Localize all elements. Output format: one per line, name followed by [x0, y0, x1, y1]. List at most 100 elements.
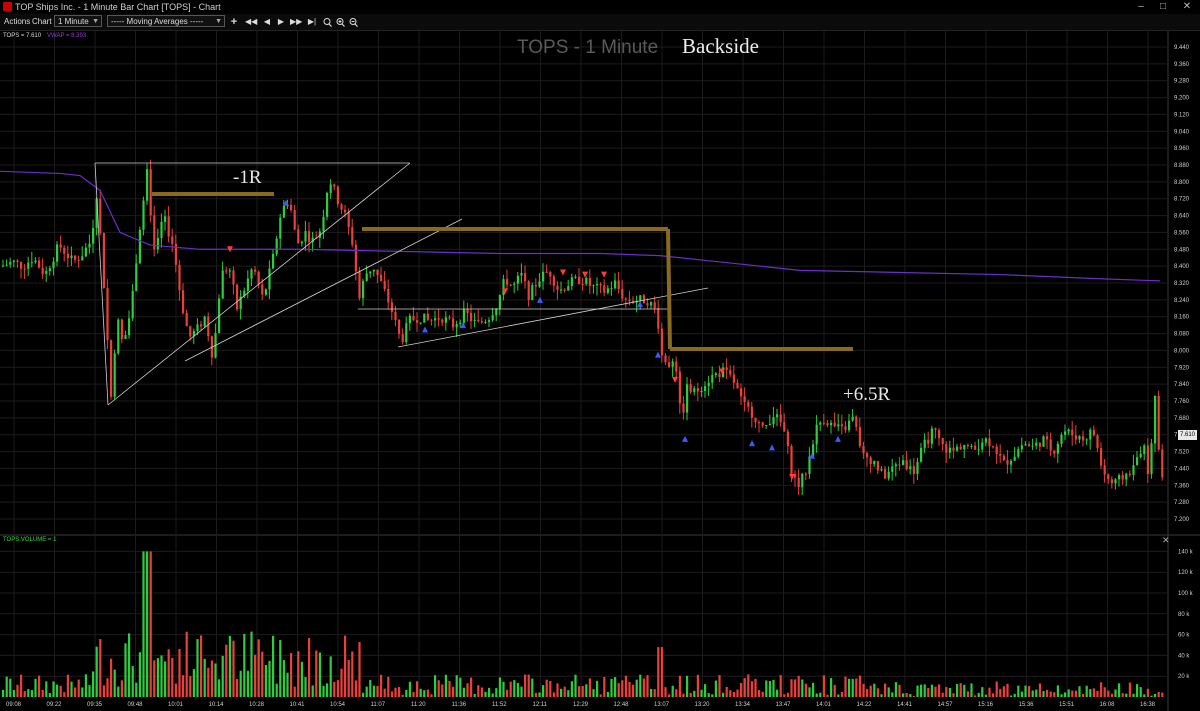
- play-icon[interactable]: ▶: [275, 16, 287, 28]
- volume-bar: [963, 684, 966, 697]
- volume-bar: [941, 692, 944, 697]
- candle-body: [48, 268, 51, 271]
- candle-body: [1060, 434, 1063, 444]
- volume-bar: [401, 694, 404, 697]
- candle-body: [56, 244, 59, 262]
- volume-bar: [927, 688, 930, 697]
- volume-bar: [293, 686, 296, 697]
- volume-bar: [84, 674, 87, 697]
- candle-body: [545, 271, 548, 273]
- candle-body: [488, 320, 491, 322]
- candle-body: [304, 231, 307, 242]
- volume-bar: [394, 687, 397, 697]
- candle-body: [92, 227, 95, 244]
- y-tick-label: 8.880: [1174, 163, 1190, 169]
- zoom-in-icon[interactable]: [336, 18, 345, 27]
- volume-bar: [354, 680, 357, 697]
- candle-body: [765, 425, 768, 427]
- volume-bar: [351, 651, 354, 697]
- volume-bar: [1071, 690, 1074, 697]
- volume-tick-label: 100 k: [1178, 591, 1194, 597]
- candle-body: [876, 461, 879, 471]
- volume-bar: [203, 658, 206, 697]
- y-tick-label: 8.160: [1174, 315, 1190, 321]
- candle-body: [185, 312, 188, 327]
- chevron-down-icon: ▼: [92, 18, 99, 25]
- volume-tick-label: 60 k: [1178, 633, 1190, 639]
- candle-body: [549, 272, 552, 277]
- chart-area[interactable]: 9.440 9.360 9.280 9.200 9.120 9.040 8.960 8.880…: [0, 31, 1200, 711]
- sell-marker: [560, 269, 566, 276]
- x-tick-label: 10:01: [168, 702, 184, 708]
- interval-select[interactable]: 1 Minute ▼: [54, 15, 102, 27]
- end-icon[interactable]: ▶|: [306, 16, 318, 28]
- volume-bar: [765, 680, 768, 697]
- candle-body: [898, 464, 901, 466]
- buy-marker: [682, 435, 688, 442]
- volume-bar: [484, 691, 487, 697]
- volume-bar: [1114, 689, 1117, 697]
- volume-bar: [167, 649, 170, 697]
- candle-body: [707, 382, 710, 387]
- volume-bar: [110, 658, 113, 697]
- volume-bar: [725, 686, 728, 697]
- studies-select[interactable]: ----- Moving Averages ----- ▼: [107, 15, 225, 27]
- volume-bar: [434, 675, 437, 697]
- search-icon[interactable]: [323, 18, 332, 27]
- volume-bar: [369, 679, 372, 697]
- volume-bar: [804, 683, 807, 697]
- y-tick-label: 8.240: [1174, 298, 1190, 304]
- volume-bar: [959, 683, 962, 697]
- candle-body: [822, 422, 825, 424]
- candle-body: [1053, 450, 1056, 454]
- volume-bar: [833, 684, 836, 697]
- maximize-icon[interactable]: □: [1152, 0, 1174, 14]
- volume-bar: [826, 694, 829, 697]
- close-icon[interactable]: ✕: [1176, 0, 1198, 14]
- add-study-button[interactable]: +: [228, 16, 240, 28]
- volume-bar: [502, 681, 505, 697]
- step-back-icon[interactable]: ◀: [261, 16, 273, 28]
- volume-bar: [246, 670, 249, 697]
- volume-bar: [102, 685, 105, 697]
- volume-bar: [610, 678, 613, 697]
- volume-bar: [1060, 694, 1063, 697]
- volume-bar: [120, 680, 123, 697]
- volume-bar: [686, 675, 689, 697]
- chart-menu[interactable]: Chart: [32, 16, 52, 28]
- candle-body: [786, 431, 789, 446]
- candle-body: [621, 289, 624, 299]
- volume-bar: [696, 674, 699, 697]
- close-pane-icon[interactable]: ✕: [1162, 535, 1170, 546]
- x-tick-label: 11:20: [411, 702, 426, 708]
- y-tick-label: 9.200: [1174, 96, 1190, 102]
- minimize-icon[interactable]: –: [1130, 0, 1152, 14]
- candle-body: [77, 259, 80, 261]
- volume-bar: [455, 675, 458, 697]
- step-forward-icon[interactable]: ▶▶: [290, 16, 302, 28]
- volume-bar: [182, 675, 185, 697]
- candle-body: [405, 323, 408, 343]
- volume-bar: [300, 661, 303, 697]
- candle-body: [1067, 429, 1070, 432]
- candle-body: [495, 308, 498, 316]
- volume-bar: [329, 656, 332, 697]
- candle-body: [99, 198, 102, 233]
- candle-body: [984, 438, 987, 443]
- volume-bar: [779, 675, 782, 697]
- volume-bar: [70, 681, 73, 697]
- candle-body: [113, 353, 116, 397]
- candle-body: [1028, 444, 1031, 447]
- zoom-out-icon[interactable]: [349, 18, 358, 27]
- trendline-drawings[interactable]: [94, 162, 853, 406]
- volume-bar: [498, 677, 501, 697]
- actions-menu[interactable]: Actions: [4, 16, 30, 28]
- candle-body: [833, 422, 836, 427]
- volume-bar: [1146, 688, 1149, 697]
- candle-body: [16, 260, 19, 262]
- candle-body: [419, 322, 422, 324]
- candle-body: [750, 406, 753, 418]
- volume-bar: [876, 688, 879, 697]
- rewind-icon[interactable]: ◀◀: [245, 16, 257, 28]
- candle-body: [693, 388, 696, 392]
